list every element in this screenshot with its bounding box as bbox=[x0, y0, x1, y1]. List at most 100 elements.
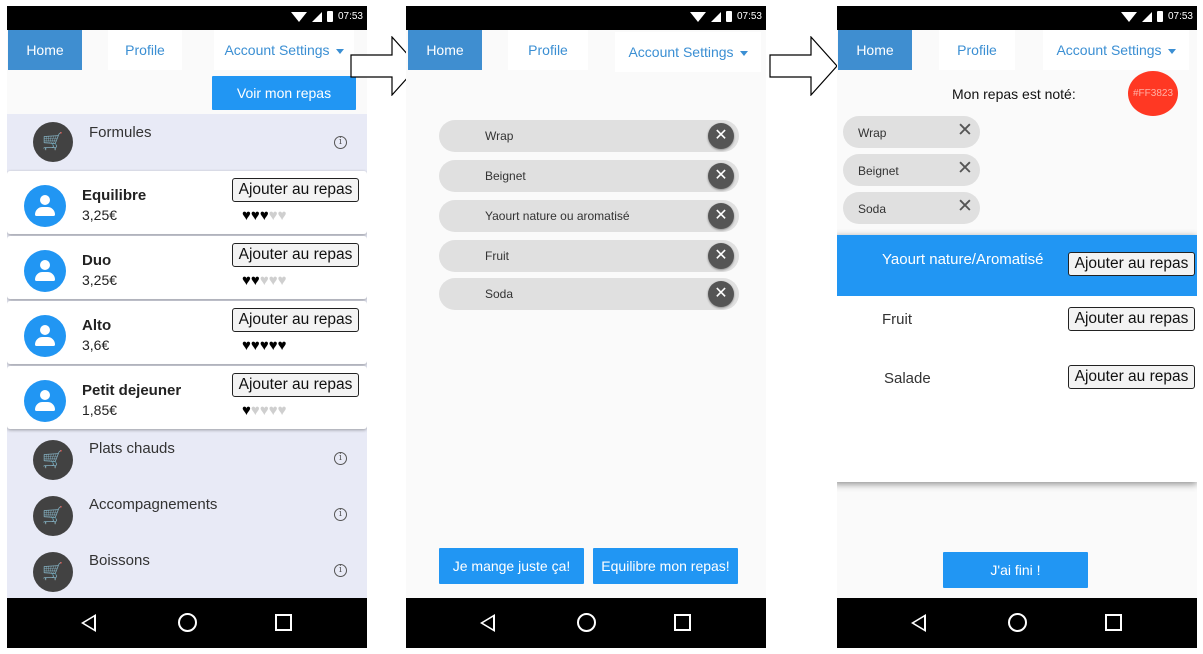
meal-item-label: Fruit bbox=[485, 249, 509, 263]
heart-empty-icon: ♥ bbox=[277, 402, 287, 419]
heart-filled-icon: ♥ bbox=[250, 337, 260, 354]
home-circle-icon[interactable] bbox=[1008, 613, 1027, 632]
caret-down-icon bbox=[335, 48, 344, 54]
meal-item-label: Soda bbox=[485, 287, 514, 301]
home-circle-icon[interactable] bbox=[577, 613, 596, 632]
tab-account-settings[interactable]: Account Settings bbox=[214, 30, 354, 70]
meal-item-label: Beignet bbox=[485, 169, 526, 183]
formule-card[interactable]: Alto 3,6€ Ajouter au repas ♥♥♥♥♥ bbox=[7, 301, 367, 364]
recent-apps-icon[interactable] bbox=[275, 614, 292, 631]
home-circle-icon[interactable] bbox=[178, 613, 197, 632]
meal-item-chip: Beignet ✕ bbox=[439, 160, 739, 192]
suggestion-row[interactable]: Salade Ajouter au repas bbox=[837, 357, 1197, 418]
back-icon[interactable] bbox=[911, 614, 926, 632]
formule-price: 1,85€ bbox=[82, 402, 118, 418]
screen-rating: 07:53 Home Profile Account Settings Mon … bbox=[837, 6, 1197, 648]
formule-card[interactable]: Petit dejeuner 1,85€ Ajouter au repas ♥♥… bbox=[7, 366, 367, 429]
status-time: 07:53 bbox=[1167, 11, 1193, 22]
tab-account-settings-label: Account Settings bbox=[1056, 42, 1162, 58]
add-to-meal-button[interactable]: Ajouter au repas bbox=[232, 308, 359, 332]
tab-home[interactable]: Home bbox=[838, 30, 912, 70]
remove-icon[interactable]: ✕ bbox=[708, 203, 734, 229]
category-label: Formules bbox=[89, 124, 152, 141]
heart-filled-icon: ♥ bbox=[250, 272, 260, 289]
category-formules[interactable]: 🛒 Formules i bbox=[7, 116, 367, 166]
just-this-button[interactable]: Je mange juste ça! bbox=[439, 548, 584, 584]
heart-empty-icon: ♥ bbox=[259, 402, 269, 419]
info-icon[interactable]: i bbox=[334, 136, 347, 149]
meal-rating-label: Mon repas est noté: bbox=[952, 86, 1076, 102]
meal-item-chip: Beignet ✕ bbox=[843, 154, 980, 186]
meal-item-label: Wrap bbox=[858, 126, 887, 140]
cart-icon: 🛒 bbox=[33, 552, 73, 592]
meal-item-label: Wrap bbox=[485, 129, 514, 143]
done-button[interactable]: J'ai fini ! bbox=[943, 552, 1088, 588]
tab-profile[interactable]: Profile bbox=[108, 30, 182, 70]
formule-name: Petit dejeuner bbox=[82, 382, 182, 399]
recent-apps-icon[interactable] bbox=[1105, 614, 1122, 631]
recent-apps-icon[interactable] bbox=[674, 614, 691, 631]
formule-card[interactable]: Equilibre 3,25€ Ajouter au repas ♥♥♥♥♥ bbox=[7, 171, 367, 234]
top-tabs: Home Profile Account Settings bbox=[406, 30, 766, 72]
person-icon bbox=[24, 380, 66, 422]
info-icon[interactable]: i bbox=[334, 508, 347, 521]
remove-icon[interactable]: ✕ bbox=[957, 158, 973, 180]
category-label: Accompagnements bbox=[89, 496, 218, 513]
tab-home[interactable]: Home bbox=[8, 30, 82, 70]
tab-home[interactable]: Home bbox=[408, 30, 482, 70]
suggestion-row[interactable]: Fruit Ajouter au repas bbox=[837, 296, 1197, 357]
add-to-meal-button[interactable]: Ajouter au repas bbox=[1068, 252, 1195, 276]
category-plats-chauds[interactable]: 🛒 Plats chauds i bbox=[7, 434, 367, 484]
top-tabs: Home Profile Account Settings bbox=[7, 30, 367, 72]
meal-item-chip: Soda ✕ bbox=[439, 278, 739, 310]
wifi-icon bbox=[689, 11, 706, 22]
balance-meal-button[interactable]: Equilibre mon repas! bbox=[593, 548, 738, 584]
suggestion-row[interactable]: Yaourt nature/Aromatisé Ajouter au repas bbox=[837, 235, 1197, 296]
meal-item-chip: Soda ✕ bbox=[843, 192, 980, 224]
tab-account-settings[interactable]: Account Settings bbox=[615, 32, 761, 72]
suggestion-label: Yaourt nature/Aromatisé bbox=[882, 251, 1044, 268]
add-to-meal-button[interactable]: Ajouter au repas bbox=[1068, 365, 1195, 389]
tab-account-settings[interactable]: Account Settings bbox=[1043, 30, 1189, 70]
meal-item-chip: Yaourt nature ou aromatisé ✕ bbox=[439, 200, 739, 232]
caret-down-icon bbox=[739, 50, 748, 56]
suggestion-popup: Yaourt nature/Aromatisé Ajouter au repas… bbox=[837, 235, 1197, 482]
back-icon[interactable] bbox=[480, 614, 495, 632]
heart-empty-icon: ♥ bbox=[277, 272, 287, 289]
heart-empty-icon: ♥ bbox=[268, 402, 278, 419]
tab-profile[interactable]: Profile bbox=[508, 30, 588, 70]
rating-hearts: ♥♥♥♥♥ bbox=[242, 338, 287, 354]
remove-icon[interactable]: ✕ bbox=[708, 163, 734, 189]
back-icon[interactable] bbox=[81, 614, 96, 632]
android-nav-bar bbox=[7, 598, 367, 648]
view-meal-button[interactable]: Voir mon repas bbox=[212, 76, 356, 110]
add-to-meal-button[interactable]: Ajouter au repas bbox=[232, 178, 359, 202]
heart-filled-icon: ♥ bbox=[277, 337, 287, 354]
formule-price: 3,6€ bbox=[82, 337, 110, 353]
remove-icon[interactable]: ✕ bbox=[957, 120, 973, 142]
remove-icon[interactable]: ✕ bbox=[957, 196, 973, 218]
category-accompagnements[interactable]: 🛒 Accompagnements i bbox=[7, 490, 367, 540]
add-to-meal-button[interactable]: Ajouter au repas bbox=[1068, 307, 1195, 331]
remove-icon[interactable]: ✕ bbox=[708, 243, 734, 269]
rating-hearts: ♥♥♥♥♥ bbox=[242, 208, 287, 224]
remove-icon[interactable]: ✕ bbox=[708, 123, 734, 149]
battery-icon bbox=[326, 11, 333, 22]
meal-item-chip: Fruit ✕ bbox=[439, 240, 739, 272]
heart-empty-icon: ♥ bbox=[277, 207, 287, 224]
meal-item-chip: Wrap ✕ bbox=[843, 116, 980, 148]
add-to-meal-button[interactable]: Ajouter au repas bbox=[232, 243, 359, 267]
heart-filled-icon: ♥ bbox=[250, 207, 260, 224]
formule-card[interactable]: Duo 3,25€ Ajouter au repas ♥♥♥♥♥ bbox=[7, 236, 367, 299]
info-icon[interactable]: i bbox=[334, 452, 347, 465]
tab-profile[interactable]: Profile bbox=[939, 30, 1015, 70]
battery-icon bbox=[1156, 11, 1163, 22]
info-icon[interactable]: i bbox=[334, 564, 347, 577]
signal-icon bbox=[311, 11, 322, 22]
category-boissons[interactable]: 🛒 Boissons i bbox=[7, 546, 367, 596]
add-to-meal-button[interactable]: Ajouter au repas bbox=[232, 373, 359, 397]
signal-icon bbox=[710, 11, 721, 22]
formule-name: Alto bbox=[82, 317, 112, 334]
remove-icon[interactable]: ✕ bbox=[708, 281, 734, 307]
formule-price: 3,25€ bbox=[82, 272, 118, 288]
